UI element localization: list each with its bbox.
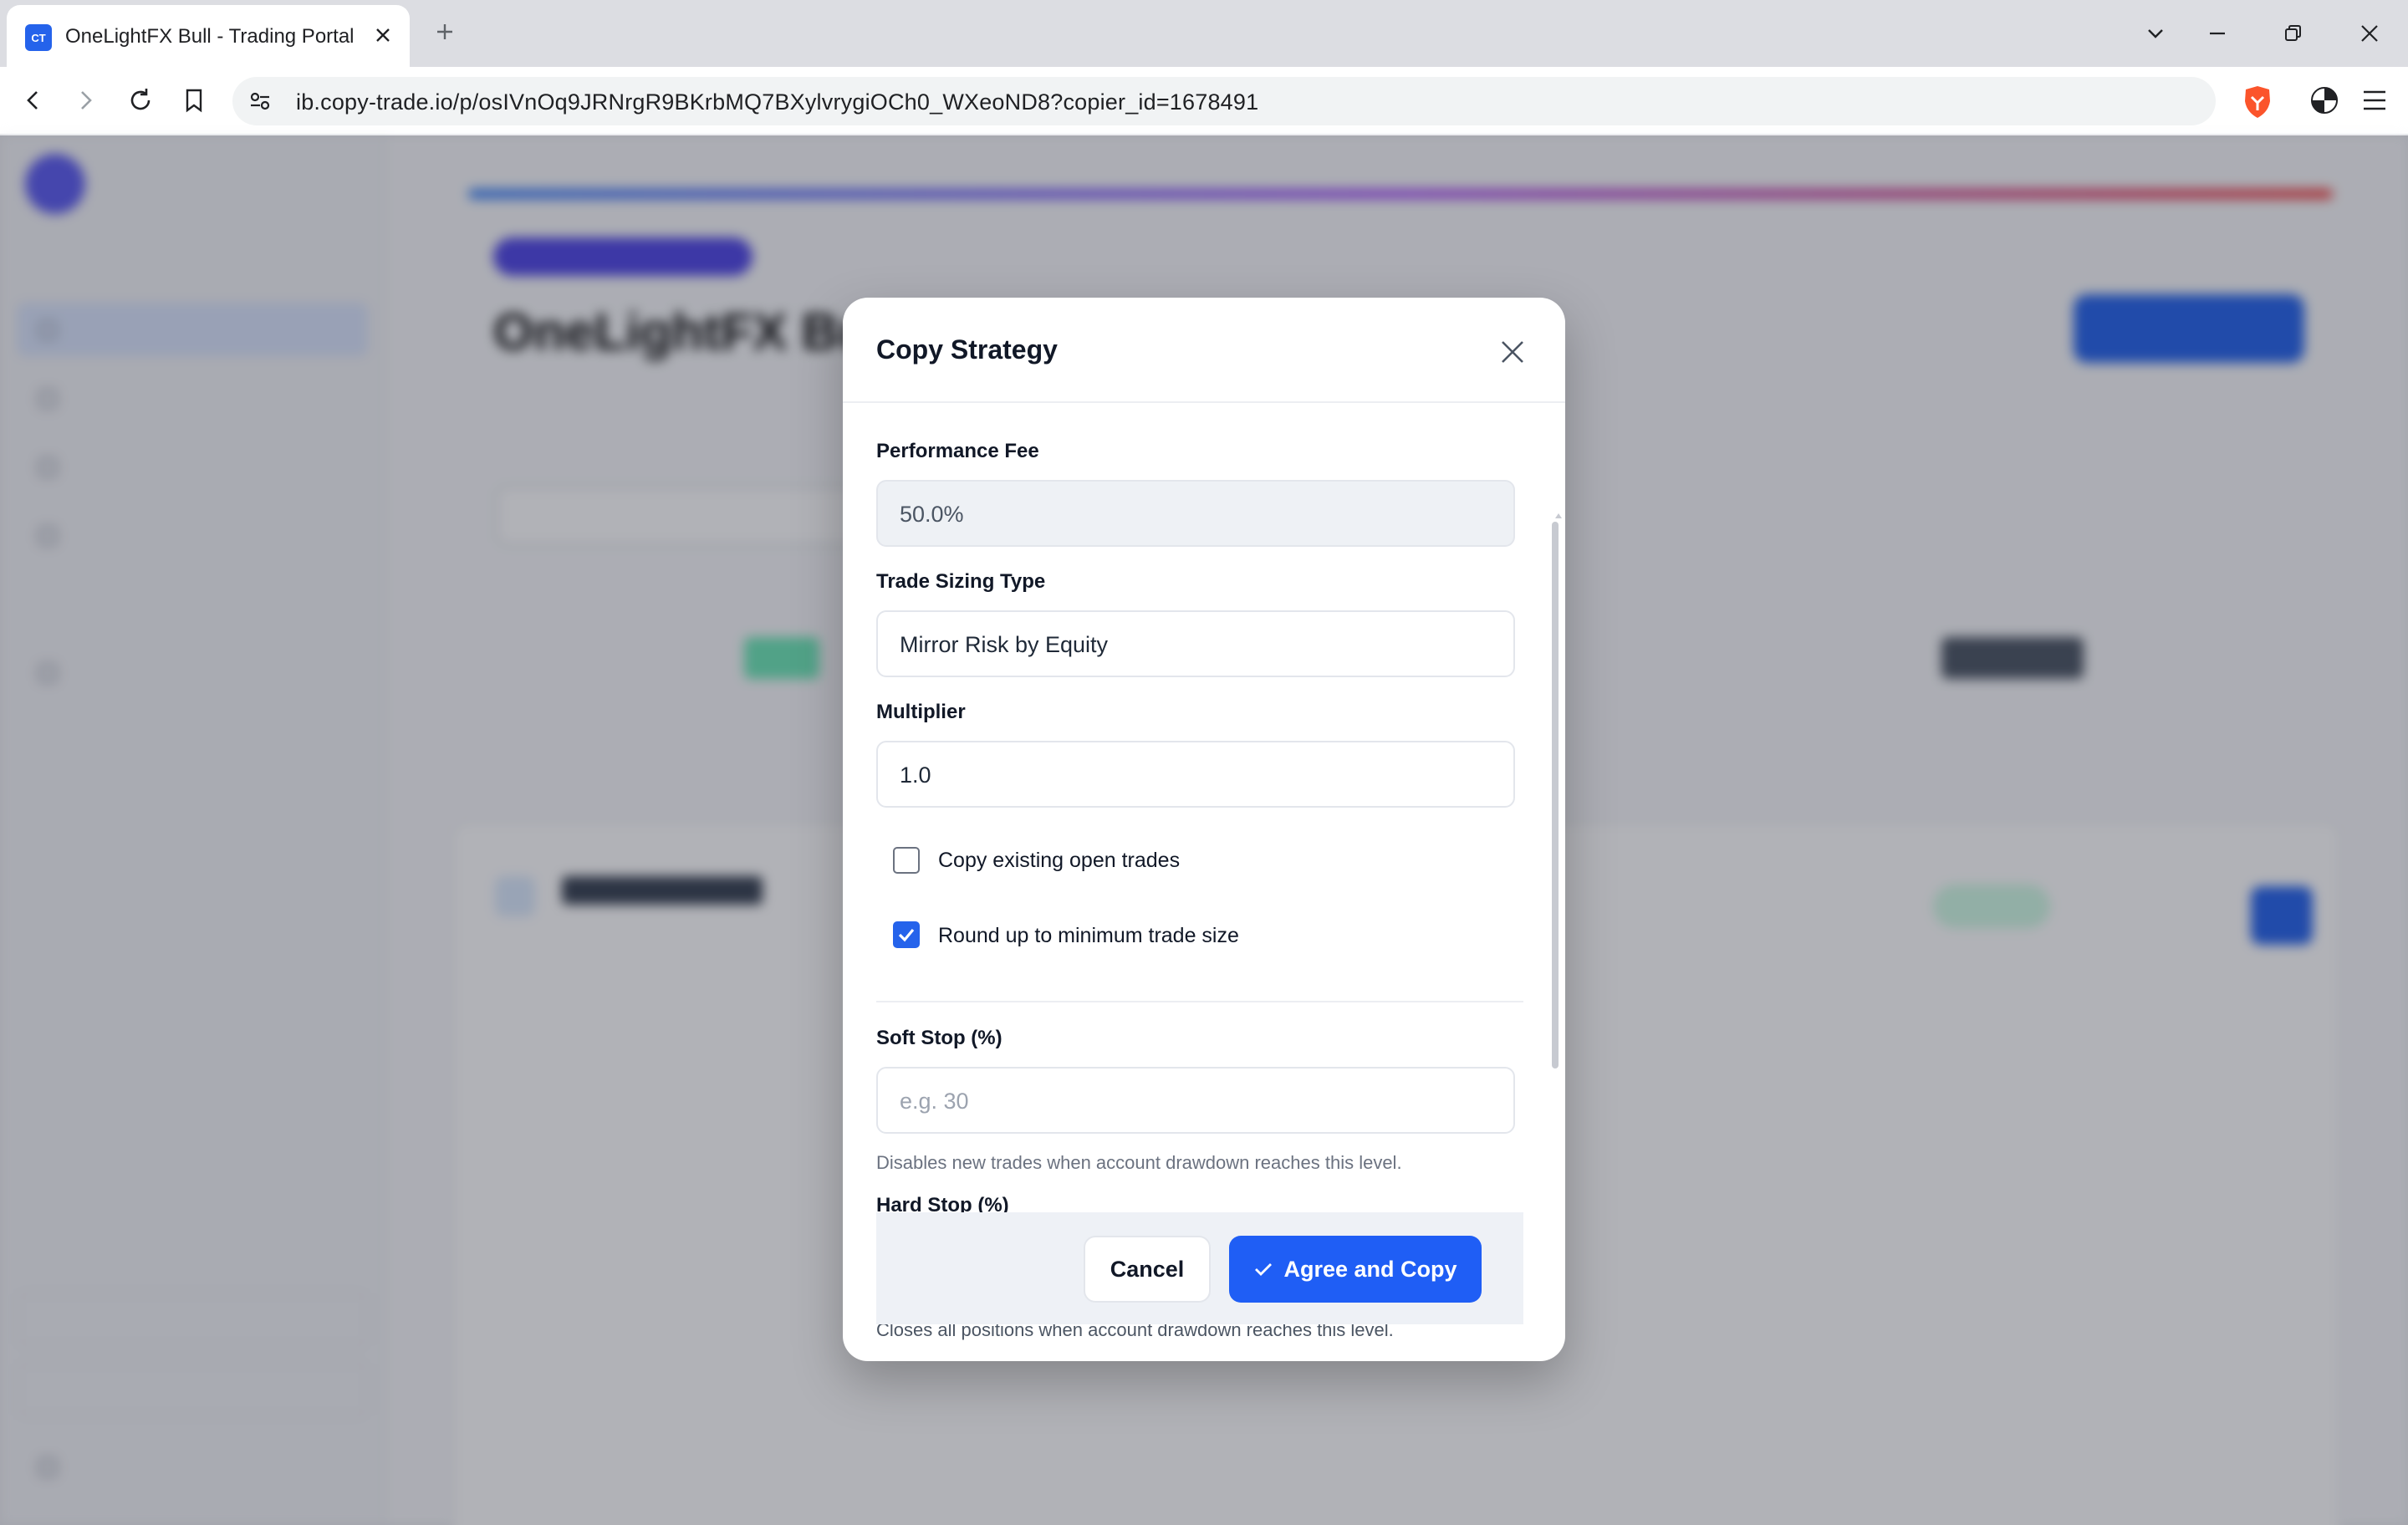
multiplier-input[interactable]: 1.0 [876, 741, 1515, 808]
agree-and-copy-label: Agree and Copy [1283, 1256, 1457, 1282]
soft-stop-help: Disables new trades when account drawdow… [876, 1152, 1402, 1173]
performance-fee-field: 50.0% [876, 480, 1515, 547]
browser-toolbar: ib.copy-trade.io/p/osIVnOq9JRNrgR9BKrbMQ… [0, 67, 2408, 135]
dialog-footer: Cancel Agree and Copy [876, 1212, 1523, 1324]
soft-stop-input[interactable]: e.g. 30 [876, 1067, 1515, 1134]
browser-tab[interactable]: CT OneLightFX Bull - Trading Portal [7, 5, 410, 67]
tab-search-chevron-icon[interactable] [2137, 15, 2174, 52]
copy-existing-trades-label[interactable]: Copy existing open trades [938, 849, 1180, 873]
back-arrow-icon[interactable] [15, 82, 52, 119]
trade-sizing-type-label: Trade Sizing Type [876, 570, 1046, 593]
browser-menu-icon[interactable] [2356, 82, 2393, 119]
agree-and-copy-button[interactable]: Agree and Copy [1229, 1236, 1482, 1303]
trade-sizing-type-select[interactable]: Mirror Risk by Equity [876, 610, 1515, 677]
new-tab-plus-icon[interactable] [428, 15, 462, 48]
restore-icon[interactable] [2274, 15, 2311, 52]
url-text[interactable]: ib.copy-trade.io/p/osIVnOq9JRNrgR9BKrbMQ… [296, 89, 1258, 115]
trade-sizing-type-value: Mirror Risk by Equity [900, 632, 1109, 657]
check-icon [1255, 1263, 1273, 1276]
scroll-up-arrow-icon[interactable] [1555, 513, 1562, 518]
tab-title: OneLightFX Bull - Trading Portal [65, 25, 355, 48]
dialog-title: Copy Strategy [876, 334, 1058, 365]
copy-strategy-dialog: Copy Strategy Performance Fee 50.0% Trad… [843, 298, 1565, 1361]
performance-fee-label: Performance Fee [876, 440, 1039, 462]
minimize-icon[interactable] [2199, 15, 2236, 52]
bookmark-icon[interactable] [176, 82, 212, 119]
window-close-icon[interactable] [2351, 15, 2388, 52]
reload-icon[interactable] [122, 82, 159, 119]
round-up-checkbox[interactable] [893, 921, 920, 948]
copy-existing-trades-checkbox[interactable] [893, 847, 920, 874]
multiplier-value: 1.0 [900, 762, 931, 788]
dialog-scrollbar[interactable] [1552, 522, 1559, 1069]
close-icon[interactable] [1490, 329, 1535, 375]
address-bar[interactable]: ib.copy-trade.io/p/osIVnOq9JRNrgR9BKrbMQ… [232, 77, 2216, 125]
soft-stop-placeholder: e.g. 30 [900, 1089, 969, 1114]
site-settings-icon[interactable] [242, 84, 278, 119]
browser-tab-bar: CT OneLightFX Bull - Trading Portal [0, 0, 2408, 67]
tab-favicon-icon: CT [25, 24, 52, 51]
forward-arrow-icon[interactable] [67, 82, 104, 119]
soft-stop-label: Soft Stop (%) [876, 1027, 1002, 1049]
performance-fee-value: 50.0% [900, 502, 964, 527]
dialog-header: Copy Strategy [843, 298, 1565, 403]
checkmark-icon [898, 928, 915, 942]
tab-close-icon[interactable] [368, 20, 398, 50]
multiplier-label: Multiplier [876, 701, 966, 723]
brave-shield-icon[interactable] [2239, 82, 2276, 122]
cancel-button[interactable]: Cancel [1084, 1236, 1211, 1303]
round-up-label[interactable]: Round up to minimum trade size [938, 924, 1239, 948]
section-divider [876, 1001, 1523, 1002]
extension-icon[interactable] [2306, 82, 2343, 119]
